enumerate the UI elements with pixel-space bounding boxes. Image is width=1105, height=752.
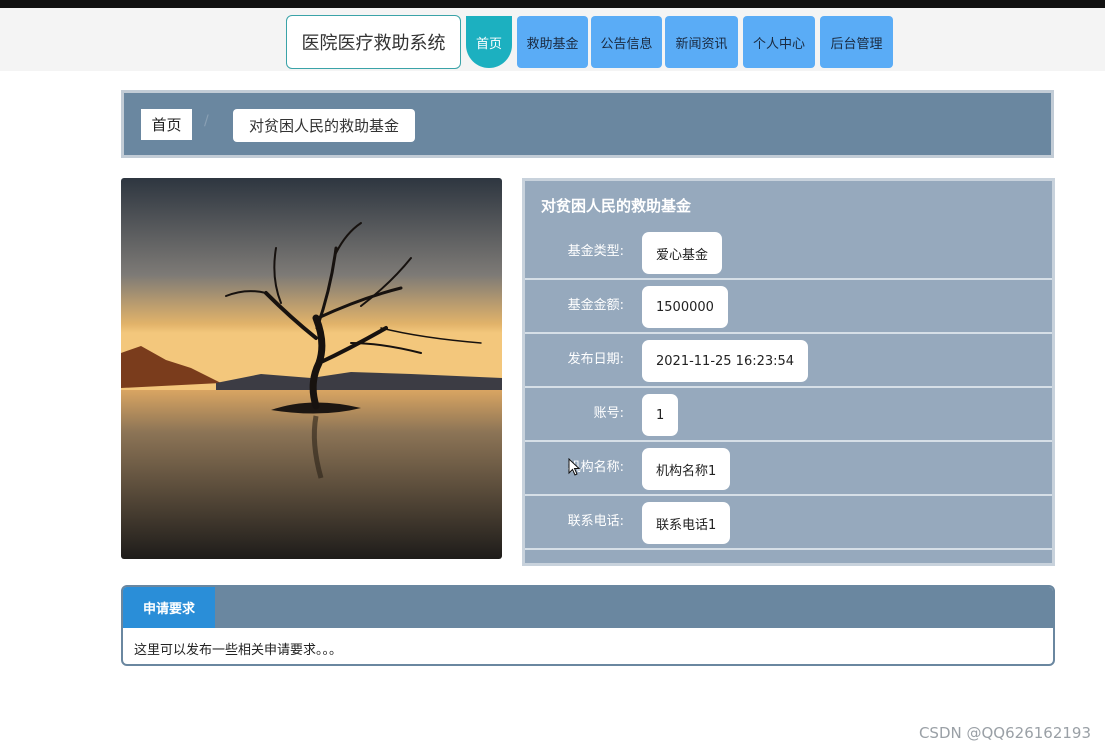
detail-row-publish-date: 发布日期: 2021-11-25 16:23:54 — [525, 334, 1052, 388]
detail-label: 基金类型: — [567, 244, 624, 259]
detail-row-phone: 联系电话: 联系电话1 — [525, 496, 1052, 550]
requirements-tab-bar: 申请要求 — [123, 587, 1053, 628]
detail-value: 爱心基金 — [642, 232, 723, 274]
detail-row-fund-type: 基金类型: 爱心基金 — [525, 226, 1052, 280]
detail-label: 发布日期: — [567, 352, 624, 367]
detail-label: 联系电话: — [567, 514, 624, 529]
nav-personal-center[interactable]: 个人中心 — [743, 16, 815, 68]
detail-label: 账号: — [593, 406, 624, 421]
breadcrumb: 首页 / 对贫困人民的救助基金 — [121, 90, 1054, 158]
detail-row-institution: 机构名称: 机构名称1 — [525, 442, 1052, 496]
detail-label: 基金金额: — [567, 298, 624, 313]
detail-value: 2021-11-25 16:23:54 — [642, 340, 809, 382]
requirements-panel: 申请要求 这里可以发布一些相关申请要求。。。 — [121, 585, 1055, 666]
detail-value: 1 — [642, 394, 679, 436]
breadcrumb-current: 对贫困人民的救助基金 — [233, 109, 415, 142]
nav-announcements[interactable]: 公告信息 — [591, 16, 662, 68]
nav-home[interactable]: 首页 — [466, 16, 512, 68]
nav-relief-fund[interactable]: 救助基金 — [517, 16, 588, 68]
window-top-strip — [0, 0, 1105, 8]
tab-requirements[interactable]: 申请要求 — [123, 587, 215, 628]
detail-row-fund-amount: 基金金额: 1500000 — [525, 280, 1052, 334]
nav-news[interactable]: 新闻资讯 — [665, 16, 738, 68]
detail-value: 机构名称1 — [642, 448, 731, 490]
breadcrumb-home[interactable]: 首页 — [141, 109, 192, 140]
requirements-text: 这里可以发布一些相关申请要求。。。 — [134, 643, 343, 658]
mouse-pointer-icon — [568, 458, 580, 476]
breadcrumb-separator: / — [204, 113, 209, 129]
fund-detail-panel: 对贫困人民的救助基金 基金类型: 爱心基金 基金金额: 1500000 发布日期… — [522, 178, 1055, 566]
top-navbar: 医院医疗救助系统 首页 救助基金 公告信息 新闻资讯 个人中心 后台管理 — [0, 8, 1105, 71]
detail-value: 1500000 — [642, 286, 728, 328]
site-brand[interactable]: 医院医疗救助系统 — [286, 15, 461, 69]
fund-title: 对贫困人民的救助基金 — [541, 197, 692, 215]
detail-value: 联系电话1 — [642, 502, 731, 544]
watermark: CSDN @QQ626162193 — [918, 724, 1091, 742]
nav-admin[interactable]: 后台管理 — [820, 16, 893, 68]
fund-image — [121, 178, 502, 559]
detail-row-account: 账号: 1 — [525, 388, 1052, 442]
